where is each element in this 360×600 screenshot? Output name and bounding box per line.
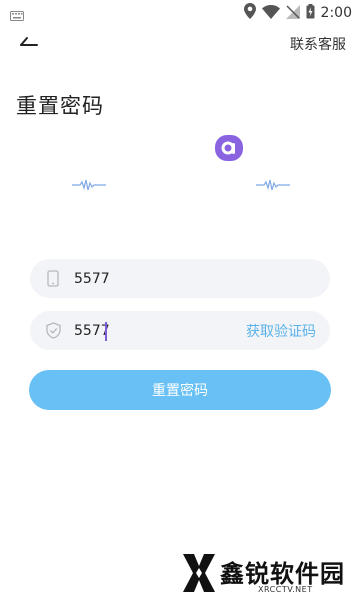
phone-field[interactable] bbox=[30, 259, 330, 298]
verification-code-field[interactable]: 获取验证码 bbox=[30, 311, 330, 350]
phone-icon bbox=[44, 270, 62, 288]
back-button[interactable] bbox=[14, 30, 44, 52]
shield-icon bbox=[44, 322, 62, 340]
sound-wave-icon bbox=[72, 176, 106, 191]
watermark: 鑫锐软件园 XRCCTV.NET bbox=[180, 552, 350, 596]
back-arrow-icon bbox=[19, 32, 39, 51]
watermark-text: 鑫锐软件园 bbox=[220, 560, 345, 588]
watermark-x-icon bbox=[183, 554, 215, 592]
status-bar: 2:00 bbox=[0, 0, 360, 24]
phone-input[interactable] bbox=[74, 270, 234, 287]
sound-wave-icon bbox=[256, 176, 290, 191]
keyboard-icon bbox=[10, 6, 24, 25]
battery-icon bbox=[306, 3, 315, 23]
app-logo-icon bbox=[215, 135, 243, 161]
page-title: 重置密码 bbox=[16, 94, 104, 118]
text-caret bbox=[105, 321, 107, 341]
status-time: 2:00 bbox=[320, 5, 352, 21]
reset-password-button[interactable]: 重置密码 bbox=[29, 370, 331, 410]
customer-service-link[interactable]: 联系客服 bbox=[290, 34, 346, 54]
location-icon bbox=[243, 3, 256, 23]
get-code-button[interactable]: 获取验证码 bbox=[246, 321, 316, 341]
verification-code-input[interactable] bbox=[74, 322, 234, 339]
signal-off-icon bbox=[285, 4, 300, 23]
wifi-icon bbox=[261, 4, 280, 23]
watermark-subtext: XRCCTV.NET bbox=[258, 585, 313, 594]
